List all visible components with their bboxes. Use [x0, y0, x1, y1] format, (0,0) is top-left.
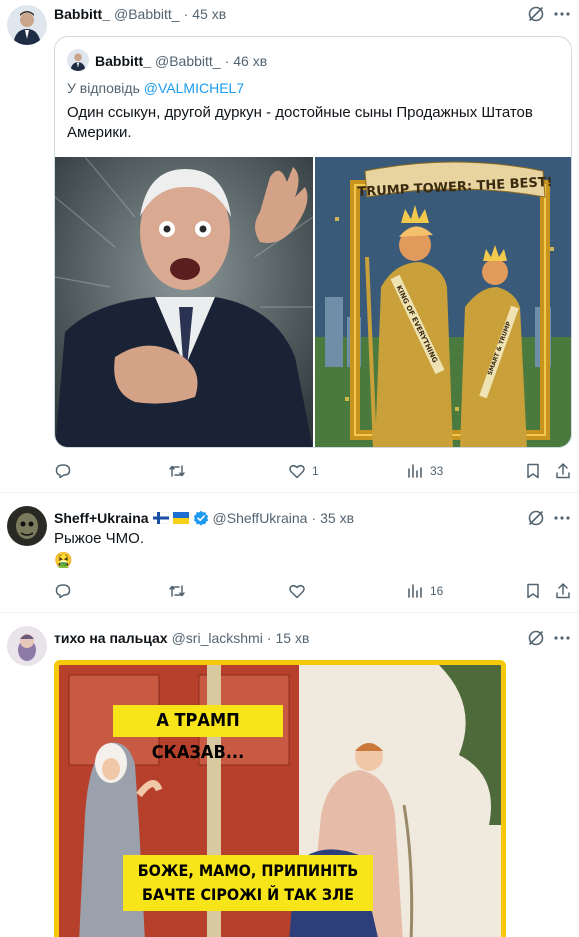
meme-image[interactable]: А ТРАМП СКАЗАВ... БОЖЕ, МАМО, ПРИПИНІТЬ … — [54, 660, 506, 937]
quoted-media[interactable]: TRUMP TOWER: THE BEST! KING OF EVERYTHIN… — [55, 157, 571, 447]
reply-icon — [55, 584, 71, 599]
heart-icon — [289, 584, 305, 599]
author-handle[interactable]: @Babbitt_ — [114, 6, 180, 22]
quoted-author-name: Babbitt_ — [95, 53, 151, 69]
retweet-icon — [169, 465, 185, 477]
avatar[interactable] — [7, 5, 47, 45]
reply-to-link[interactable]: @VALMICHEL7 — [144, 80, 244, 96]
author-name[interactable]: тихо на пальцах — [54, 630, 168, 646]
views-icon — [408, 584, 422, 598]
bookmark-icon — [527, 463, 539, 479]
views-button[interactable]: 16 — [406, 582, 443, 600]
quoted-tweet[interactable]: Babbitt_ @Babbitt_ · 46 хв У відповідь @… — [54, 36, 572, 448]
reply-prefix: У відповідь — [67, 80, 144, 96]
media-image-1[interactable] — [55, 157, 313, 447]
bookmark-button[interactable] — [524, 582, 542, 600]
timestamp[interactable]: 15 хв — [275, 630, 309, 646]
grok-icon[interactable] — [527, 5, 545, 23]
meme-caption-line-2: БАЧТЕ СІРОЖІ Й ТАК ЗЛЕ — [142, 885, 354, 904]
meme-caption-bottom: БОЖЕ, МАМО, ПРИПИНІТЬ БАЧТЕ СІРОЖІ Й ТАК… — [123, 855, 373, 911]
meme-caption-line-1: БОЖЕ, МАМО, ПРИПИНІТЬ — [137, 861, 359, 880]
separator-dot: · — [311, 510, 317, 526]
tweet-sheffukraina[interactable]: Sheff+Ukraina @SheffUkraina · 35 хв Рыжо… — [0, 493, 579, 611]
retweet-button[interactable] — [168, 582, 192, 600]
heart-icon — [289, 464, 305, 479]
retweet-button[interactable] — [168, 462, 192, 480]
verified-badge-icon — [193, 510, 208, 526]
reply-button[interactable] — [54, 462, 78, 480]
views-count: 16 — [430, 584, 444, 598]
avatar[interactable] — [7, 626, 47, 666]
more-options-icon[interactable] — [553, 629, 571, 647]
share-icon — [556, 463, 570, 479]
more-options-icon[interactable] — [553, 5, 571, 23]
separator-dot: · — [266, 630, 272, 646]
more-options-icon[interactable] — [553, 509, 571, 527]
views-icon — [408, 464, 422, 478]
author-name[interactable]: Sheff+Ukraina — [54, 510, 149, 526]
retweet-icon — [169, 585, 185, 597]
timestamp[interactable]: 45 хв — [192, 6, 226, 22]
like-button[interactable] — [288, 582, 312, 600]
quoted-author-handle: @Babbitt_ — [155, 53, 221, 69]
bookmark-icon — [527, 583, 539, 599]
like-button[interactable]: 1 — [288, 462, 319, 480]
separator-dot: · — [224, 53, 230, 69]
author-handle[interactable]: @sri_lackshmi — [172, 630, 263, 646]
ukraine-flag-icon — [172, 512, 189, 524]
share-button[interactable] — [554, 462, 572, 480]
avatar[interactable] — [7, 506, 47, 546]
grok-icon[interactable] — [527, 509, 545, 527]
media-image-2[interactable]: TRUMP TOWER: THE BEST! KING OF EVERYTHIN… — [315, 157, 571, 447]
tweet-babbitt[interactable]: Babbitt_ @Babbitt_ · 45 хв Babbitt_ @Bab… — [0, 0, 579, 492]
timestamp[interactable]: 35 хв — [320, 510, 354, 526]
share-button[interactable] — [554, 582, 572, 600]
tweet-actions: 1 33 — [54, 462, 572, 482]
reply-icon — [55, 464, 71, 479]
author-handle[interactable]: @SheffUkraina — [213, 510, 308, 526]
like-count: 1 — [312, 464, 319, 478]
views-button[interactable]: 33 — [406, 462, 443, 480]
quoted-timestamp: 46 хв — [233, 53, 268, 69]
quoted-avatar — [67, 49, 89, 71]
vomit-emoji: 🤮 — [54, 552, 73, 569]
separator-dot: · — [183, 6, 189, 22]
share-icon — [556, 583, 570, 599]
grok-icon[interactable] — [527, 629, 545, 647]
quoted-tweet-text: Один ссыкун, другой дуркун - достойные с… — [67, 104, 533, 141]
tweet-actions: 16 — [54, 582, 572, 602]
views-count: 33 — [430, 464, 444, 478]
meme-caption-top: А ТРАМП СКАЗАВ... — [113, 705, 283, 763]
bookmark-button[interactable] — [524, 462, 542, 480]
reply-button[interactable] — [54, 582, 78, 600]
tweet-text: Рыжое ЧМО. — [54, 530, 144, 547]
author-name[interactable]: Babbitt_ — [54, 6, 110, 22]
finland-flag-icon — [152, 512, 169, 524]
reply-context: У відповідь @VALMICHEL7 — [67, 80, 244, 96]
